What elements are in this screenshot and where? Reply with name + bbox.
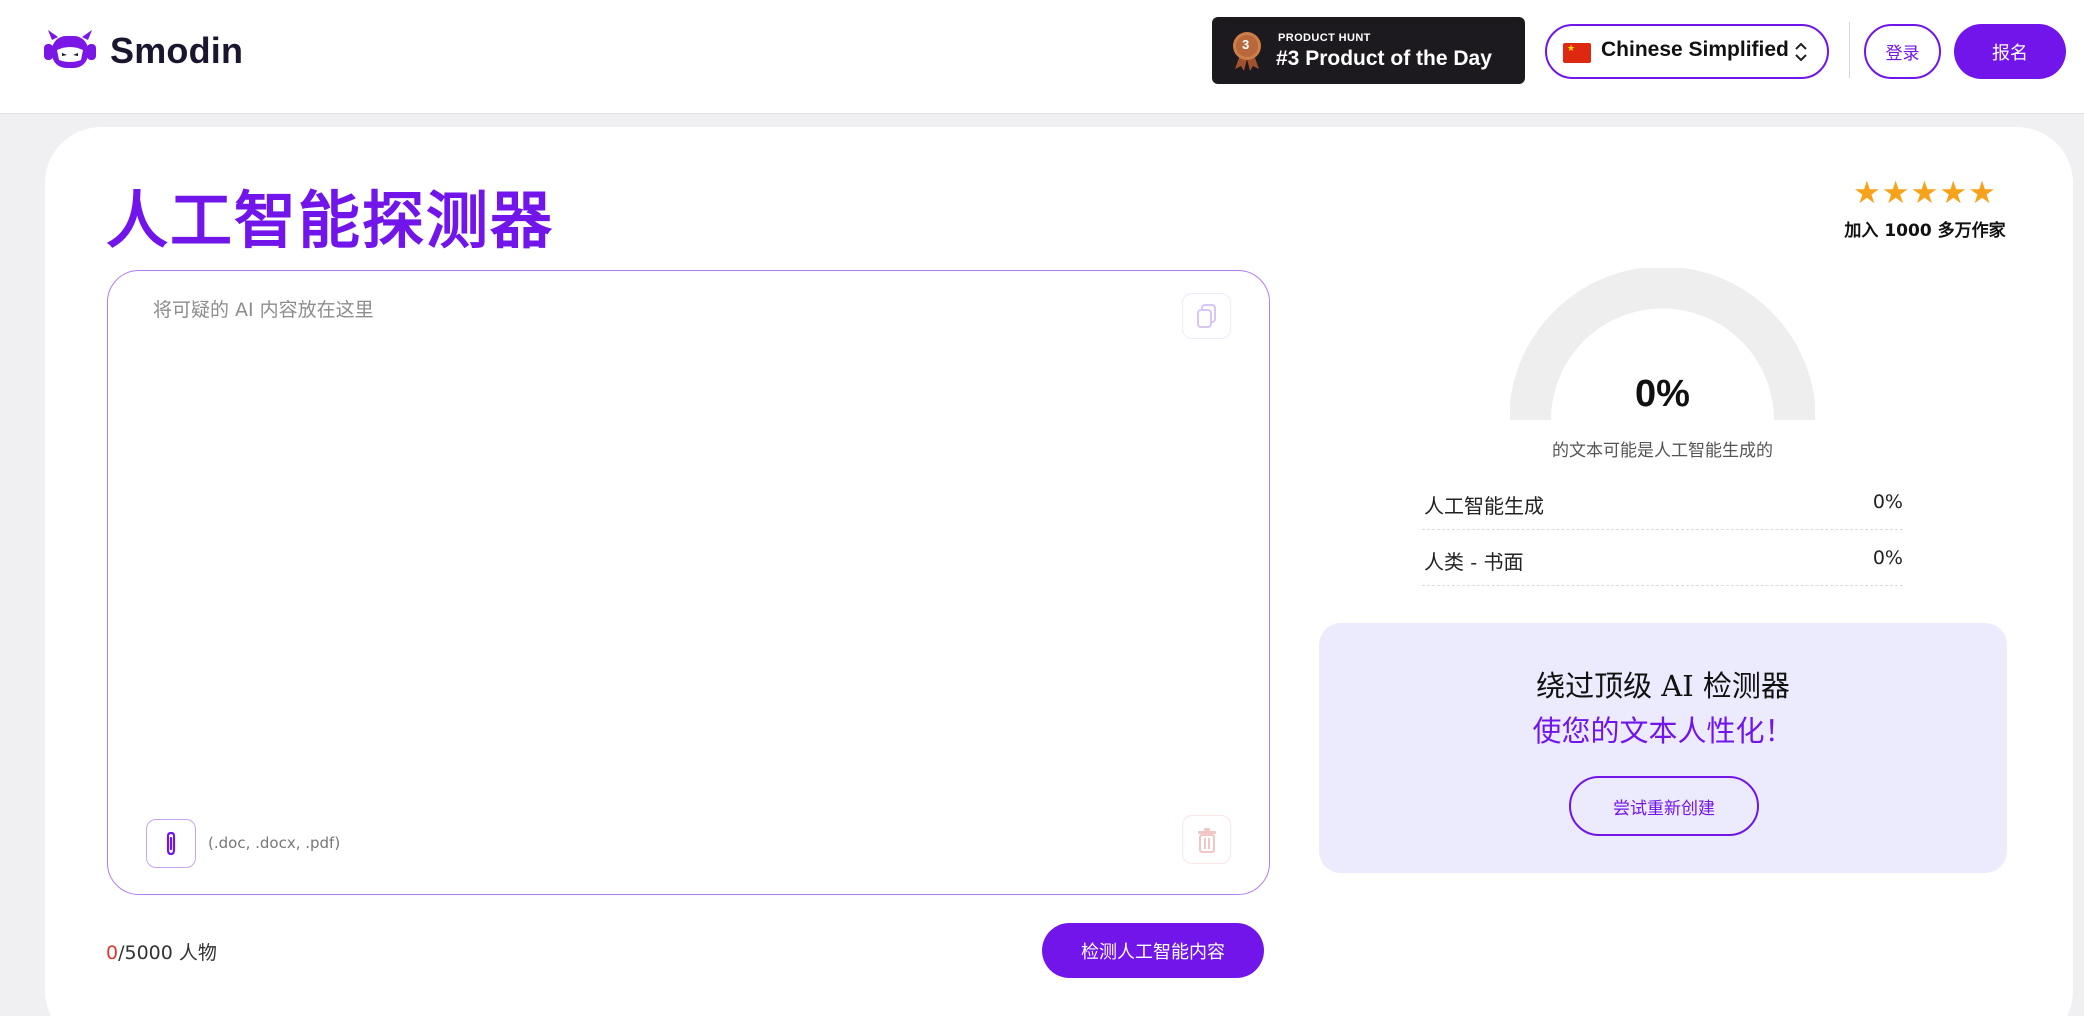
product-hunt-badge[interactable]: 3 PRODUCT HUNT #3 Product of the Day [1212, 17, 1525, 84]
login-button[interactable]: 登录 [1864, 24, 1941, 79]
language-selected: Chinese Simplified [1601, 38, 1789, 61]
product-hunt-rank-label: #3 Product of the Day [1276, 47, 1492, 70]
stat-label: 人工智能生成 [1424, 494, 1544, 518]
text-input-area[interactable]: 将可疑的 AI 内容放在这里 (.doc, .docx, .pdf) [107, 270, 1270, 895]
updown-caret-icon [1795, 42, 1807, 62]
cn-flag-icon: ★ [1563, 43, 1591, 63]
character-counter: 0/5000 人物 [106, 938, 217, 965]
stat-value: 0% [1872, 491, 1903, 513]
paperclip-icon [166, 831, 176, 855]
medal-rank: 3 [1242, 37, 1250, 52]
smodin-robot-icon [44, 30, 96, 68]
promo-headline: 绕过顶级 AI 检测器 [1536, 669, 1790, 703]
character-count-limit: /5000 人物 [118, 942, 217, 964]
paste-button[interactable] [1182, 293, 1231, 339]
logo-text: Smodin [110, 30, 244, 71]
detect-ai-button[interactable]: 检测人工智能内容 [1042, 923, 1264, 978]
stat-value: 0% [1872, 547, 1903, 569]
product-hunt-small-label: PRODUCT HUNT [1278, 32, 1371, 44]
header-divider [1849, 22, 1850, 78]
top-header: Smodin 3 PRODUCT HUNT #3 Product of the … [0, 0, 2084, 114]
ai-score-value: 0% [1635, 373, 1690, 415]
stat-label: 人类 - 书面 [1424, 550, 1524, 574]
clear-text-button[interactable] [1182, 815, 1231, 864]
supported-file-types: (.doc, .docx, .pdf) [208, 834, 341, 852]
star-rating-icon: ★★★★★ [1853, 175, 1997, 211]
humanize-promo: 绕过顶级 AI 检测器 使您的文本人性化！ 尝试重新创建 [1319, 623, 2007, 873]
page-title: 人工智能探测器 [106, 184, 555, 257]
signup-button[interactable]: 报名 [1954, 24, 2066, 79]
promo-subheadline: 使您的文本人性化！ [1532, 714, 1794, 748]
rating-label: 加入 1000 多万作家 [1844, 221, 2006, 241]
text-input-placeholder: 将可疑的 AI 内容放在这里 [153, 299, 374, 321]
character-count-current: 0 [106, 942, 119, 964]
trash-icon [1197, 827, 1216, 853]
upload-file-button[interactable] [146, 819, 196, 868]
logo[interactable]: Smodin [44, 28, 243, 74]
try-rewrite-button[interactable]: 尝试重新创建 [1569, 776, 1759, 836]
copy-icon [1196, 304, 1216, 328]
language-select[interactable]: ★ Chinese Simplified [1545, 24, 1829, 79]
ai-score-caption: 的文本可能是人工智能生成的 [1552, 441, 1773, 461]
rating-block: ★★★★★ 加入 1000 多万作家 [1840, 176, 2010, 241]
stat-row-ai-generated: 人工智能生成 0% [1422, 474, 1903, 530]
stat-row-human-written: 人类 - 书面 0% [1422, 530, 1903, 586]
